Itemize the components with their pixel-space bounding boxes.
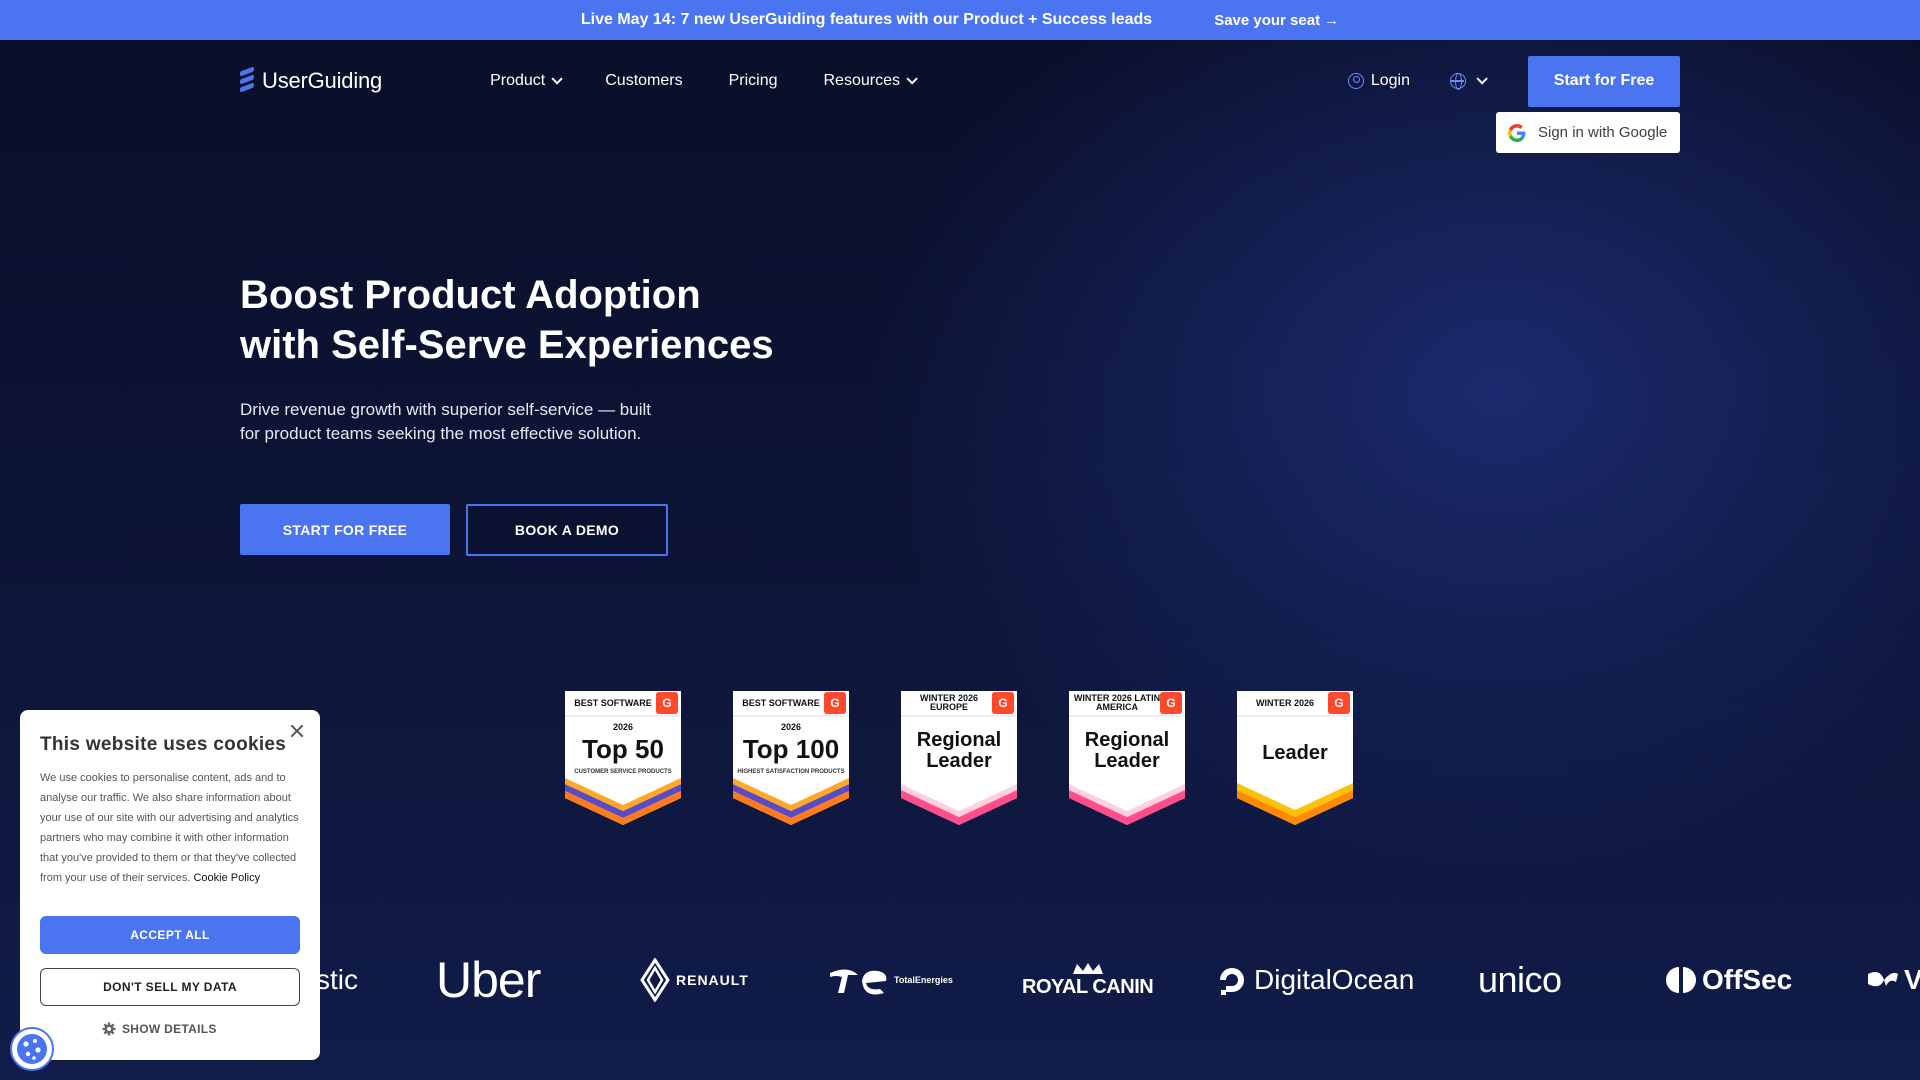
cookie-body: We use cookies to personalise content, a…: [40, 768, 302, 888]
cookie-consent-dialog: This website uses cookies We use cookies…: [20, 710, 320, 1060]
nav-item-resources[interactable]: Resources: [823, 72, 918, 90]
royal-canin-wordmark: ROYAL CANIN: [1022, 975, 1154, 998]
digitalocean-wordmark: DigitalOcean: [1254, 964, 1415, 995]
google-signin-label: Sign in with Google: [1538, 124, 1668, 141]
save-seat-link[interactable]: Save your seat →: [1214, 12, 1339, 29]
chevron-down-icon: [551, 73, 564, 85]
nav-item-label: Product: [490, 72, 546, 89]
badge-main-label: Regional Leader: [916, 729, 1002, 772]
nav-item-label: Customers: [605, 72, 683, 89]
totalenergies-wordmark: TotalEnergies: [894, 975, 953, 985]
digitalocean-icon: [1220, 968, 1244, 995]
logo-digitalocean: DigitalOcean: [1216, 950, 1414, 1010]
badge-category: HIGHEST SATISFACTION PRODUCTS: [737, 769, 845, 775]
badge-top-label: BEST SOFTWARE: [574, 698, 652, 708]
logo-unico: unico: [1478, 959, 1562, 1000]
hero-subtitle: Drive revenue growth with superior self-…: [240, 400, 651, 443]
g2-badge-top-50: BEST SOFTWARE G 2026 Top 50 CUSTOMER SER…: [564, 690, 682, 826]
userguiding-logo-icon: [240, 66, 256, 95]
cookie-settings-button[interactable]: [10, 1027, 54, 1071]
g2-badge-top-100: BEST SOFTWARE G 2026 Top 100 HIGHEST SAT…: [732, 690, 850, 826]
badge-top-label: WINTER 2026: [1255, 698, 1315, 708]
badge-category: CUSTOMER SERVICE PRODUCTS: [574, 769, 672, 775]
gear-icon: [102, 1022, 116, 1036]
chevron-down-icon: [1476, 73, 1488, 85]
announcement-bar[interactable]: Live May 14: 7 new UserGuiding features …: [0, 0, 1920, 40]
hero-title-line-2: with Self-Serve Experiences: [240, 323, 774, 367]
badge-main-label: Regional Leader: [1084, 729, 1170, 772]
dont-sell-data-button[interactable]: DON'T SELL MY DATA: [40, 968, 300, 1006]
nav-menu: Product Customers Pricing Resources: [490, 72, 960, 90]
google-icon: [1508, 123, 1526, 142]
login-link[interactable]: Login: [1347, 72, 1410, 90]
announcement-message[interactable]: Live May 14: 7 new UserGuiding features …: [581, 11, 1152, 29]
g2-logo-icon: G: [824, 692, 846, 714]
g2-logo-icon: G: [992, 692, 1014, 714]
offsec-icon: [1666, 967, 1696, 993]
g2-logo-icon: G: [1160, 692, 1182, 714]
partial-logo-wordmark: V: [1904, 964, 1920, 995]
nav-item-customers[interactable]: Customers: [605, 72, 682, 90]
totalenergies-mark-icon: [830, 969, 887, 995]
show-details-label: SHOW DETAILS: [122, 1022, 217, 1036]
logo-uber: Uber: [436, 952, 541, 1008]
user-icon: [1347, 73, 1364, 89]
badge-top-label: WINTER 2026 LATIN AMERICA: [1073, 693, 1161, 712]
badge-main-label: Leader: [1262, 742, 1328, 764]
g2-logo-icon: G: [656, 692, 678, 714]
start-for-free-button[interactable]: Start for Free: [1528, 55, 1680, 107]
badge-top-label: WINTER 2026 EUROPE: [919, 693, 979, 712]
globe-icon: [1450, 73, 1466, 90]
nav-item-label: Resources: [823, 72, 900, 89]
main-nav: UserGuiding Product Customers Pricing Re…: [240, 55, 1680, 107]
hero-title-line-1: Boost Product Adoption: [240, 273, 701, 317]
logo-elastic: stic: [316, 964, 358, 995]
cookie-policy-link[interactable]: Cookie Policy: [193, 872, 260, 884]
g2-badges: BEST SOFTWARE G 2026 Top 50 CUSTOMER SER…: [564, 690, 1354, 826]
save-seat-label: Save your seat: [1214, 11, 1321, 29]
userguiding-logo[interactable]: UserGuiding: [240, 66, 383, 95]
badge-main-label: Top 50: [582, 734, 664, 764]
g2-badge-regional-leader-europe: WINTER 2026 EUROPE G Regional Leader: [900, 690, 1018, 826]
accept-all-button[interactable]: ACCEPT ALL: [40, 916, 300, 954]
g2-logo-icon: G: [1328, 692, 1350, 714]
logo-offsec: OffSec: [1666, 950, 1792, 1010]
google-signin-button[interactable]: Sign in with Google: [1496, 112, 1680, 153]
cookie-title: This website uses cookies: [40, 734, 287, 755]
cookie-icon: [17, 1034, 47, 1064]
nav-item-label: Pricing: [728, 72, 778, 89]
show-details-button[interactable]: SHOW DETAILS: [102, 1022, 217, 1036]
book-demo-button[interactable]: BOOK A DEMO: [466, 504, 668, 556]
nav-right: Login Start for Free: [1347, 55, 1680, 107]
cookie-body-text: We use cookies to personalise content, a…: [40, 772, 299, 884]
offsec-wordmark: OffSec: [1702, 964, 1793, 995]
logo-renault: RENAULT: [640, 950, 749, 1010]
language-selector[interactable]: [1450, 73, 1488, 90]
badge-top-label: BEST SOFTWARE: [742, 698, 820, 708]
partial-logo-icon: [1868, 972, 1898, 987]
badge-year: 2026: [780, 722, 802, 732]
renault-wordmark: RENAULT: [676, 972, 749, 988]
renault-diamond-icon: [640, 958, 670, 1002]
g2-badge-leader: WINTER 2026 G Leader: [1236, 690, 1354, 826]
badge-year: 2026: [612, 722, 634, 732]
badge-main-label: Top 100: [742, 734, 840, 764]
logo-partial: V: [1866, 950, 1920, 1010]
crown-icon: [1072, 962, 1103, 974]
hero-title: Boost Product Adoption with Self-Serve E…: [240, 270, 940, 370]
logo-text: UserGuiding: [262, 68, 383, 93]
hero-start-free-button[interactable]: START FOR FREE: [240, 504, 450, 555]
arrow-right-icon: →: [1324, 11, 1340, 29]
g2-badge-regional-leader-latam: WINTER 2026 LATIN AMERICA G Regional Lea…: [1068, 690, 1186, 826]
close-icon[interactable]: [290, 724, 304, 738]
login-label: Login: [1370, 72, 1410, 89]
nav-item-pricing[interactable]: Pricing: [729, 72, 778, 90]
logo-royal-canin: ROYAL CANIN: [1022, 950, 1154, 1010]
nav-item-product[interactable]: Product: [490, 72, 564, 90]
logo-totalenergies: TotalEnergies: [828, 950, 953, 1010]
chevron-down-icon: [906, 73, 918, 85]
